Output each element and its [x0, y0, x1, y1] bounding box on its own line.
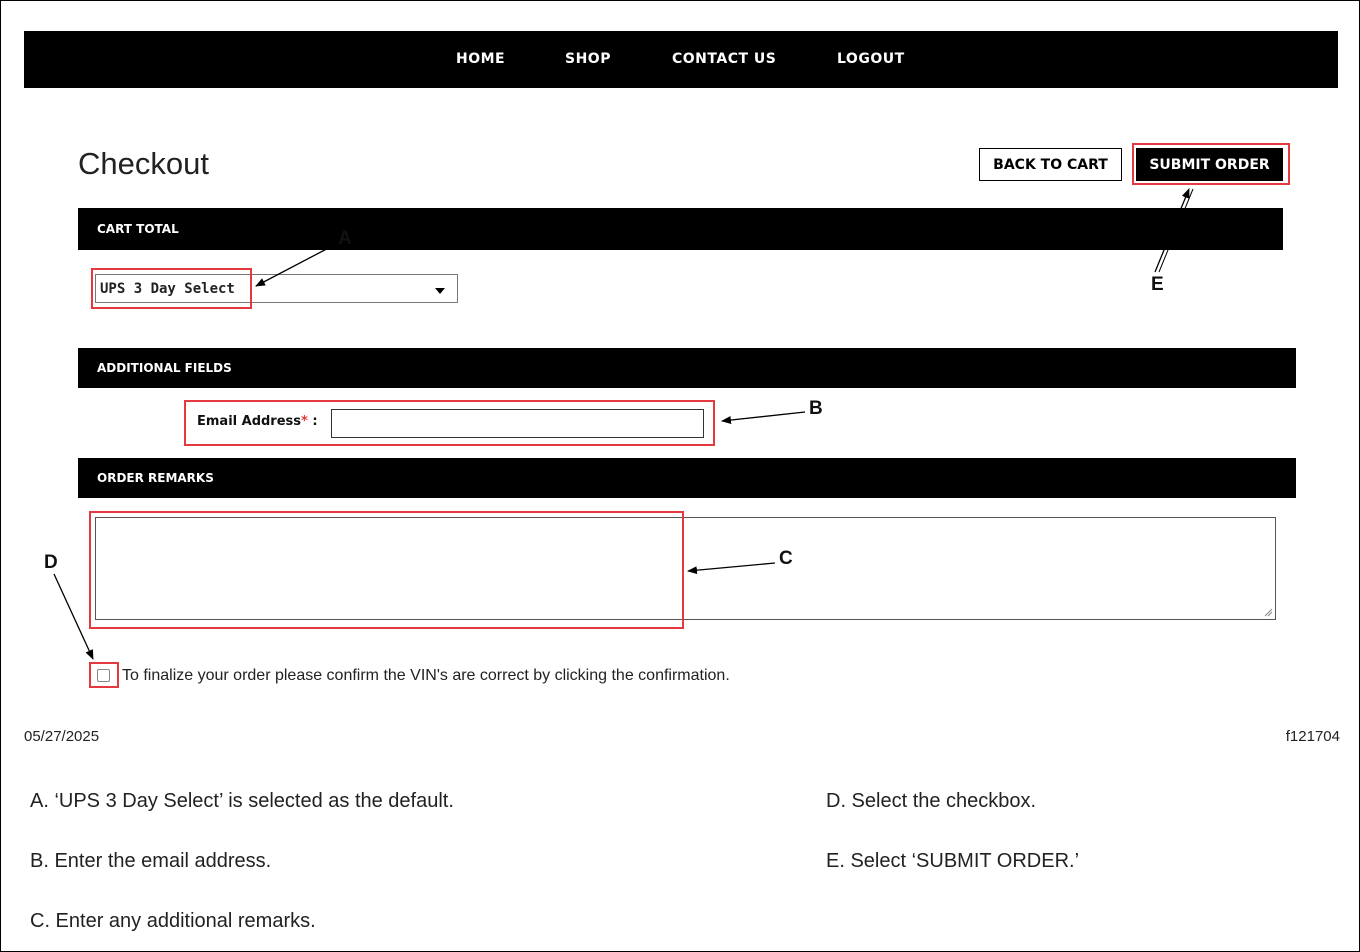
- arrow-d: [53, 573, 94, 660]
- arrow-a: [255, 242, 339, 287]
- callout-arrows: [53, 188, 1194, 660]
- arrow-e-2: [1158, 188, 1194, 273]
- arrow-e-1: [1154, 188, 1190, 273]
- arrow-c: [687, 562, 776, 575]
- arrow-b: [721, 411, 806, 425]
